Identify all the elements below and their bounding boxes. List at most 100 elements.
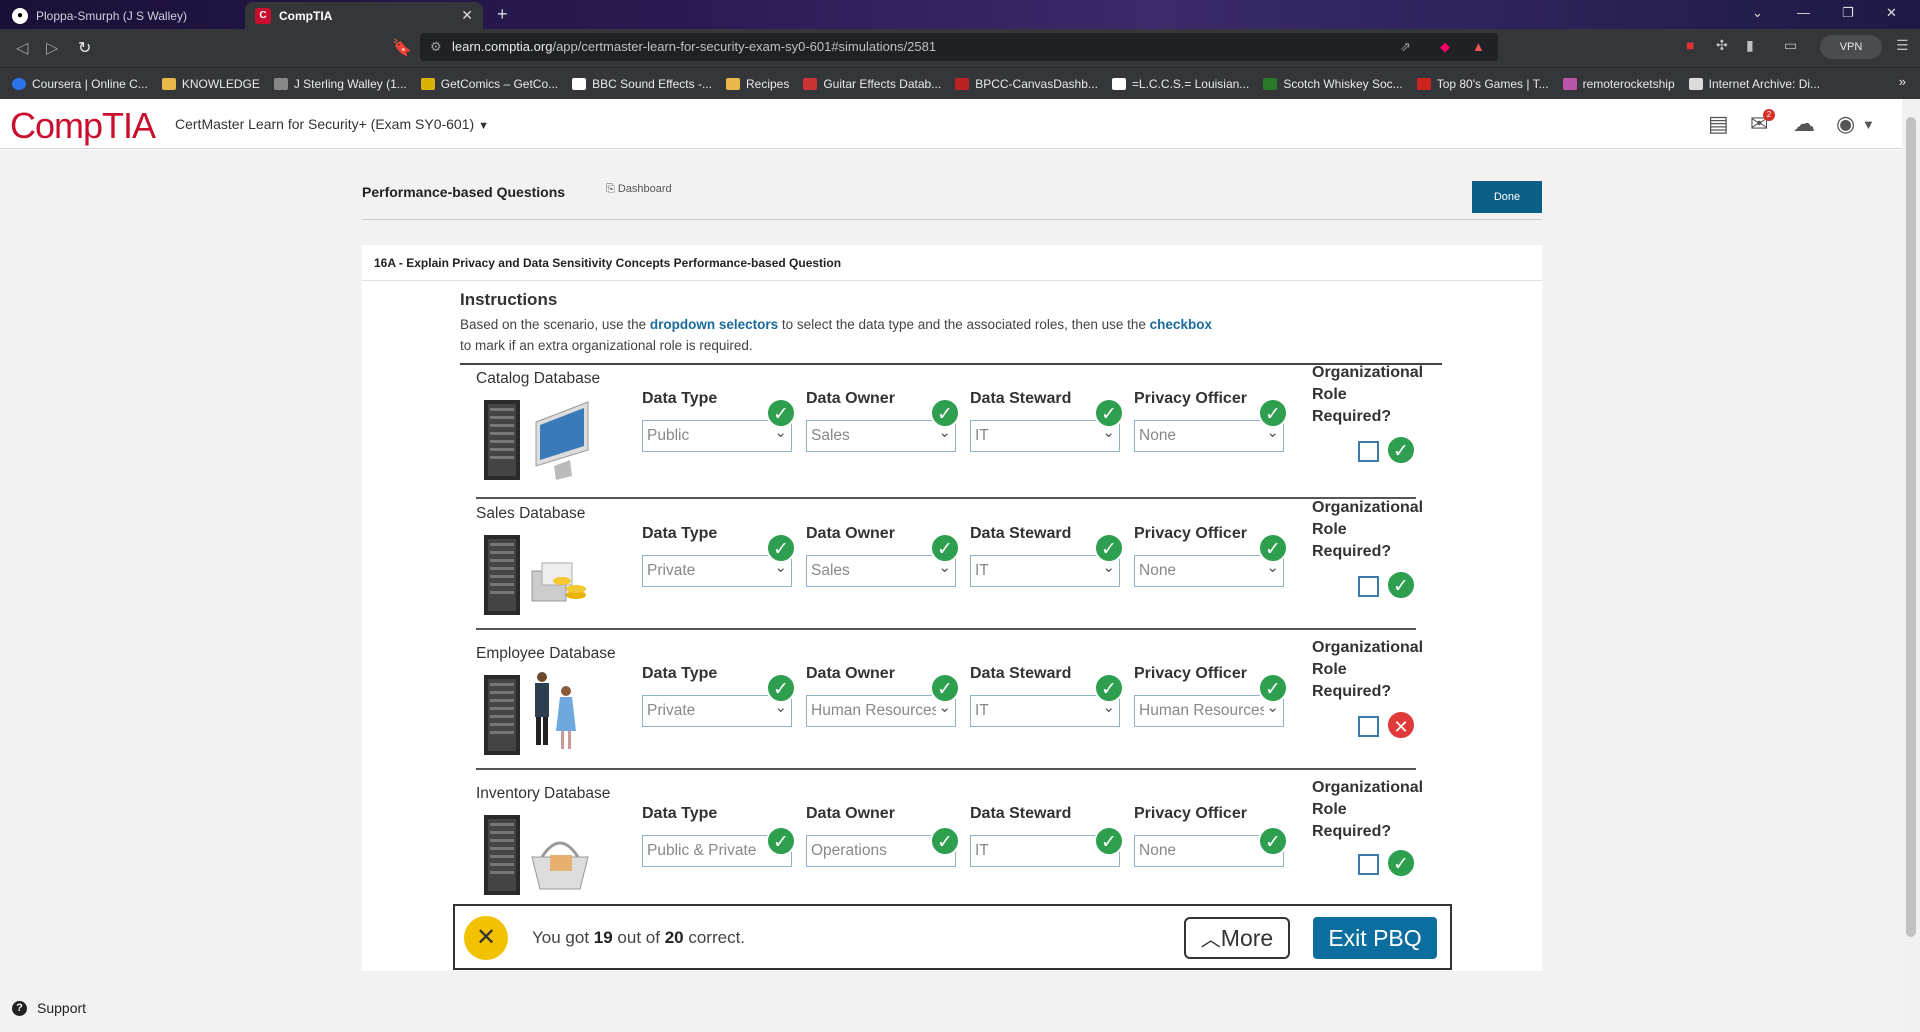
address-bar[interactable]: ⚙ learn.comptia.org/app/certmaster-learn… — [420, 33, 1498, 61]
close-window-icon[interactable]: ✕ — [1886, 5, 1897, 21]
org-role-label: Organizational Role Required? — [1312, 639, 1424, 700]
cloud-check-icon[interactable]: ☁ — [1793, 111, 1815, 137]
extensions-icon[interactable]: ✣ — [1716, 37, 1728, 54]
vpn-button[interactable]: VPN — [1820, 35, 1882, 59]
bookmark-favicon-icon — [1263, 77, 1278, 90]
share-icon[interactable]: ⇗ — [1400, 33, 1411, 61]
data-steward-select[interactable]: IT — [970, 420, 1120, 452]
privacy-officer-select[interactable]: None — [1134, 420, 1284, 452]
menu-icon[interactable]: ☰ — [1896, 37, 1909, 54]
correct-check-icon: ✓ — [1094, 533, 1124, 563]
new-tab-icon[interactable]: + — [497, 4, 508, 25]
bookmark-favicon-icon — [1111, 77, 1126, 90]
close-tab-icon[interactable]: ✕ — [461, 7, 473, 24]
org-role-checkbox[interactable] — [1358, 441, 1379, 462]
user-menu-caret-icon[interactable]: ▼ — [1862, 117, 1875, 132]
data-steward-select[interactable]: IT — [970, 695, 1120, 727]
bookmark-internet-archive[interactable]: Internet Archive: Di... — [1688, 77, 1820, 91]
minimize-icon[interactable]: — — [1797, 5, 1810, 20]
help-icon: ? — [12, 1000, 27, 1016]
org-role-label: Organizational Role Required? — [1312, 364, 1424, 425]
archive-icon — [1688, 77, 1703, 90]
bookmark-favicon-icon — [420, 77, 435, 90]
data-owner-select[interactable]: Sales — [806, 555, 956, 587]
back-icon[interactable]: ◁ — [16, 38, 28, 58]
bookmark-favicon-icon — [1416, 77, 1431, 90]
site-info-icon[interactable]: ⚙ — [430, 33, 442, 61]
folder-icon — [161, 77, 176, 90]
support-link[interactable]: ? Support — [12, 1000, 86, 1016]
divider — [460, 363, 1442, 365]
reload-icon[interactable]: ↻ — [78, 38, 91, 58]
correct-check-icon: ✓ — [1386, 848, 1416, 878]
browser-tab-comptia[interactable]: C CompTIA ✕ — [245, 2, 483, 29]
exit-pbq-button[interactable]: Exit PBQ — [1313, 917, 1437, 959]
vpn-label: VPN — [1839, 41, 1863, 53]
bookmark-top80s[interactable]: Top 80's Games | T... — [1416, 77, 1549, 91]
wallet-icon[interactable]: ▭ — [1784, 37, 1797, 54]
org-role-checkbox[interactable] — [1358, 576, 1379, 597]
bookmark-lccs[interactable]: =L.C.C.S.= Louisian... — [1111, 77, 1249, 91]
forward-icon[interactable]: ▷ — [46, 38, 58, 58]
notes-icon[interactable]: ▤ — [1708, 111, 1729, 137]
brave-rewards-icon[interactable]: ▲ — [1472, 33, 1485, 61]
data-steward-select[interactable]: IT — [970, 555, 1120, 587]
bookmark-scotch[interactable]: Scotch Whiskey Soc... — [1263, 77, 1403, 91]
course-selector[interactable]: CertMaster Learn for Security+ (Exam SY0… — [175, 116, 489, 132]
field-label: Privacy Officer — [1134, 805, 1247, 822]
brave-shield-icon[interactable]: ◆ — [1440, 33, 1450, 61]
tab-search-icon[interactable]: ⌄ — [1752, 5, 1763, 21]
bookmark-jsterling[interactable]: J Sterling Walley (1... — [273, 77, 407, 91]
bookmark-knowledge[interactable]: KNOWLEDGE — [161, 77, 260, 91]
database-illustration — [480, 667, 590, 757]
database-row: Employee DatabaseData TypePrivate✓Data O… — [476, 639, 1423, 770]
org-role-checkbox[interactable] — [1358, 854, 1379, 875]
sidebar-icon[interactable]: ▮ — [1746, 37, 1754, 54]
privacy-officer-select[interactable]: Human Resources — [1134, 695, 1284, 727]
comptia-favicon-icon: C — [255, 7, 271, 24]
bookmark-coursera[interactable]: Coursera | Online C... — [12, 77, 148, 91]
bookmark-bbc[interactable]: BBC Sound Effects -... — [572, 77, 712, 91]
data-owner-select[interactable]: Human Resources — [806, 695, 956, 727]
folder-icon — [725, 77, 740, 90]
panel-title: 16A - Explain Privacy and Data Sensitivi… — [362, 245, 1542, 281]
field-label: Data Type — [642, 390, 718, 407]
bookmark-getcomics[interactable]: GetComics – GetCo... — [420, 77, 558, 91]
done-button[interactable]: Done — [1472, 181, 1542, 213]
bookmark-bpcc[interactable]: BPCC-CanvasDashb... — [955, 77, 1098, 91]
data-type-select[interactable]: Public — [642, 420, 792, 452]
correct-check-icon: ✓ — [1258, 826, 1288, 856]
scrollbar-thumb[interactable] — [1906, 117, 1916, 937]
data-owner-select[interactable]: Sales — [806, 420, 956, 452]
dashboard-link[interactable]: ⎘ Dashboard — [606, 183, 672, 196]
extension-s-icon[interactable]: ■ — [1686, 37, 1694, 53]
field-label: Data Steward — [970, 390, 1072, 407]
tab-label: Ploppa-Smurph (J S Walley) — [36, 8, 187, 23]
field-label: Data Steward — [970, 525, 1072, 542]
url-path: /app/certmaster-learn-for-security-exam-… — [552, 39, 937, 54]
privacy-officer-select[interactable]: None — [1134, 555, 1284, 587]
data-type-select[interactable]: Private — [642, 555, 792, 587]
field-label: Data Type — [642, 805, 718, 822]
incorrect-x-icon: ✕ — [464, 916, 508, 960]
app-header: CompTIA CertMaster Learn for Security+ (… — [0, 99, 1902, 149]
bookmark-remoterocketship[interactable]: remoterocketship — [1562, 77, 1675, 91]
more-bookmarks-icon[interactable]: » — [1899, 74, 1906, 89]
more-button[interactable]: ︿More — [1184, 917, 1290, 959]
field-label: Data Owner — [806, 805, 895, 822]
scrollbar[interactable] — [1902, 99, 1920, 1032]
field-label: Privacy Officer — [1134, 525, 1247, 542]
user-avatar-icon[interactable]: ◉ — [1836, 111, 1855, 137]
data-type-select[interactable]: Private — [642, 695, 792, 727]
database-name: Employee Database — [476, 645, 616, 662]
browser-tab-github[interactable]: ● Ploppa-Smurph (J S Walley) — [2, 2, 242, 29]
bookmark-icon[interactable]: 🔖 — [392, 38, 412, 58]
correct-check-icon: ✓ — [1094, 398, 1124, 428]
comptia-logo[interactable]: CompTIA — [10, 105, 156, 147]
restore-icon[interactable]: ❐ — [1842, 5, 1854, 21]
tab-label: CompTIA — [279, 8, 333, 23]
row-divider — [476, 628, 1416, 630]
bookmark-guitar[interactable]: Guitar Effects Datab... — [803, 77, 941, 91]
org-role-checkbox[interactable] — [1358, 716, 1379, 737]
bookmark-recipes[interactable]: Recipes — [725, 77, 789, 91]
